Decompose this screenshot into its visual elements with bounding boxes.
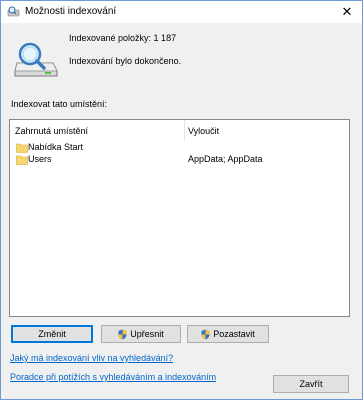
uac-shield-icon xyxy=(201,329,210,340)
close-icon[interactable]: ✕ xyxy=(332,1,362,23)
column-header-excluded[interactable]: Vyloučit xyxy=(188,126,219,136)
column-header-included[interactable]: Zahrnutá umístění xyxy=(15,126,88,136)
folder-icon xyxy=(16,154,28,165)
drive-magnifier-icon xyxy=(13,41,59,79)
locations-label: Indexovat tato umístění: xyxy=(11,99,108,109)
list-item[interactable]: Users AppData; AppData xyxy=(10,154,349,166)
location-name: Nabídka Start xyxy=(28,142,84,152)
folder-icon xyxy=(16,142,28,153)
location-name: Users xyxy=(28,154,52,164)
dialog-window: Možnosti indexování ✕ Indexované položky… xyxy=(0,0,363,400)
modify-button[interactable]: Změnit xyxy=(11,325,93,343)
title-bar[interactable]: Možnosti indexování ✕ xyxy=(1,1,362,23)
pause-button[interactable]: Pozastavit xyxy=(187,325,269,343)
advanced-button-label: Upřesnit xyxy=(130,329,164,339)
uac-shield-icon xyxy=(118,329,127,340)
advanced-button[interactable]: Upřesnit xyxy=(101,325,181,343)
close-button-label: Zavřít xyxy=(299,379,323,389)
troubleshooter-link[interactable]: Poradce při potížích s vyhledáváním a in… xyxy=(10,372,216,382)
search-impact-link[interactable]: Jaký má indexování vliv na vyhledávání? xyxy=(10,353,173,363)
modify-button-label: Změnit xyxy=(38,329,66,339)
pause-button-label: Pozastavit xyxy=(213,329,255,339)
indexing-options-icon xyxy=(7,6,20,18)
indexing-status-message: Indexování bylo dokončeno. xyxy=(69,56,182,66)
locations-list[interactable]: Zahrnutá umístění Vyloučit Nabídka Start… xyxy=(9,119,350,317)
list-item[interactable]: Nabídka Start xyxy=(10,142,349,154)
indexed-items-count: Indexované položky: 1 187 xyxy=(69,33,177,43)
close-button[interactable]: Zavřít xyxy=(273,375,349,393)
location-exclusions: AppData; AppData xyxy=(188,154,263,164)
column-divider xyxy=(184,120,185,140)
window-title: Možnosti indexování xyxy=(25,6,117,17)
